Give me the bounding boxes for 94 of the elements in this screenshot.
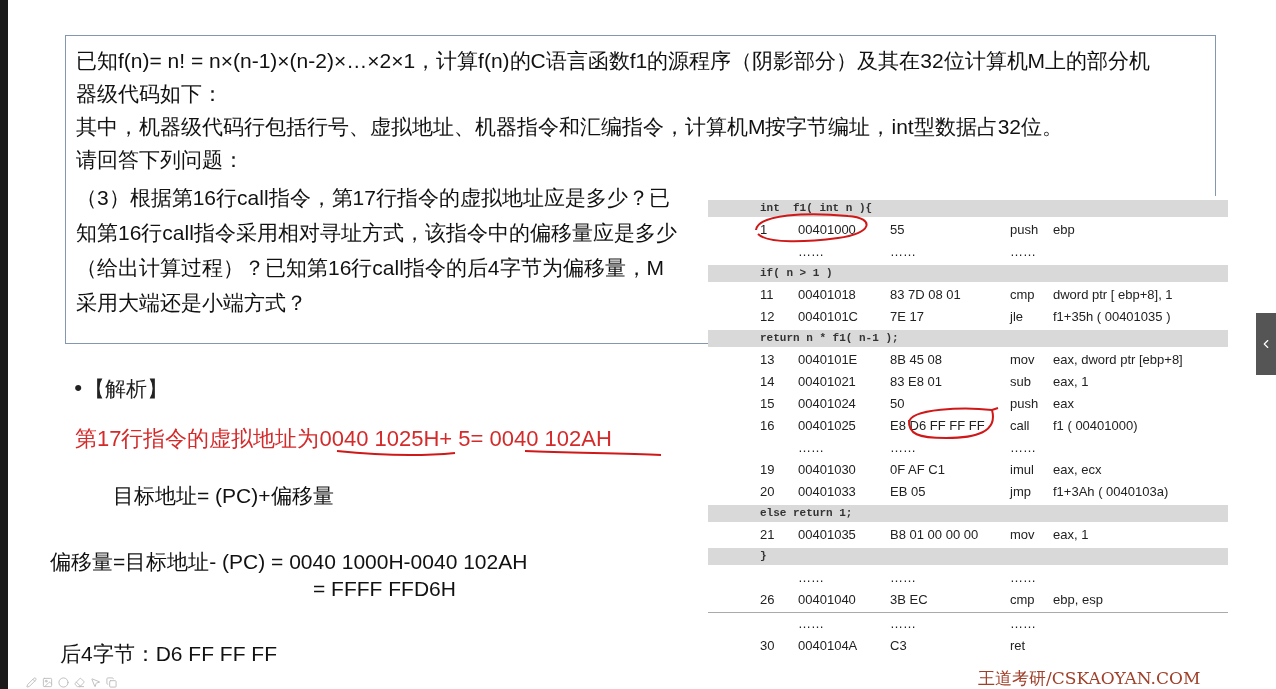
line-number: 1 (760, 221, 769, 240)
question-text: 已知f(n)= n! = n×(n-1)×(n-2)×…×2×1，计算f(n)的C语言函数f1的源程序（阴影部分）及其在32位计算机M上的部分机器级代码如下： (76, 48, 1151, 107)
operands: eax, 1 (1053, 526, 1089, 545)
ellipsis: …… (1010, 615, 1036, 634)
answer-text: 第17行指令的虚拟地址为0040 1025H+ 5= 0040 102AH (75, 425, 612, 453)
line-number: 26 (760, 591, 776, 610)
footer-brand: 王道考研/CSKAOYAN.COM (978, 667, 1201, 689)
virtual-address: 0040101C (798, 308, 859, 327)
pencil-icon[interactable] (26, 677, 37, 688)
line-number: 14 (760, 373, 776, 392)
machine-code: 50 (890, 396, 905, 412)
mnemonic: mov (1010, 526, 1036, 545)
virtual-address: 00401000 (798, 221, 857, 240)
operands: eax (1053, 395, 1074, 414)
ellipsis: …… (890, 439, 917, 458)
operands: eax, ecx (1053, 461, 1102, 480)
operands: eax, dword ptr [ebp+8] (1053, 351, 1183, 370)
virtual-address: 00401033 (798, 483, 857, 502)
circle-icon[interactable] (58, 677, 69, 688)
virtual-address: 0040101E (798, 351, 859, 370)
source-code-text: } (760, 549, 767, 565)
ellipsis: …… (1010, 439, 1036, 458)
operands: f1+35h ( 00401035 ) (1053, 308, 1171, 327)
source-code-text: return n * f1( n-1 ); (760, 331, 899, 347)
ellipsis: …… (798, 439, 825, 458)
machine-code: EB 05 (890, 484, 926, 500)
ellipsis: …… (1010, 569, 1036, 588)
mnemonic: cmp (1010, 286, 1036, 305)
offset-result: = FFFF FFD6H (313, 576, 456, 602)
question-text: 请回答下列问题： (76, 147, 245, 173)
eraser-icon[interactable] (74, 677, 85, 688)
pointer-icon[interactable] (90, 677, 101, 688)
offset-formula: 偏移量=目标地址- (PC) = 0040 1000H-0040 102AH (50, 549, 528, 575)
virtual-address: 00401024 (798, 395, 857, 414)
mnemonic: push (1010, 395, 1040, 414)
mnemonic: call (1010, 417, 1031, 436)
ellipsis: …… (1010, 243, 1036, 262)
question-text: 其中，机器级代码行包括行号、虚拟地址、机器指令和汇编指令，计算机M按字节编址，int型数据占32位。 (76, 114, 1065, 140)
source-code-text: int f1( int n ){ (760, 201, 873, 217)
line-number: 20 (760, 483, 776, 502)
virtual-address: 00401018 (798, 286, 857, 305)
line-number: 21 (760, 526, 776, 545)
ellipsis: …… (890, 569, 917, 588)
mnemonic: cmp (1010, 591, 1036, 610)
ellipsis: …… (798, 569, 825, 588)
machine-code: 83 E8 01 (890, 374, 943, 390)
mnemonic: sub (1010, 373, 1032, 392)
ellipsis: …… (798, 615, 825, 634)
virtual-address: 00401030 (798, 461, 857, 480)
machine-code: 8B 45 08 (890, 352, 943, 368)
virtual-address: 00401021 (798, 373, 857, 392)
machine-code: 83 7D 08 01 (890, 287, 961, 303)
source-code-text: else return 1; (760, 506, 853, 522)
operands: f1 ( 00401000) (1053, 417, 1138, 436)
line-number: 13 (760, 351, 776, 370)
sub-question-text: （3）根据第16行call指令，第17行指令的虚拟地址应是多少？已知第16行call指令采用相对寻址方式，该指令中的偏移量应是多少（给出计算过程）？已知第16行call指令的后4字节为偏移量，M采用大端还是小端方式？ (76, 185, 678, 316)
ellipsis: …… (798, 243, 825, 262)
operands: dword ptr [ ebp+8], 1 (1053, 286, 1173, 305)
virtual-address: 0040104A (798, 637, 859, 656)
machine-code: 7E 17 (890, 309, 924, 325)
operands: ebp, esp (1053, 591, 1103, 610)
operands: eax, 1 (1053, 373, 1089, 392)
virtual-address: 00401040 (798, 591, 857, 610)
mnemonic: jle (1010, 308, 1024, 327)
machine-code: E8 D6 FF FF FF (890, 418, 985, 434)
mnemonic: push (1010, 221, 1040, 240)
line-number: 12 (760, 308, 776, 327)
last-bytes-text: 后4字节：D6 FF FF FF (60, 641, 277, 667)
mnemonic: imul (1010, 461, 1035, 480)
formula-text: 目标地址= (PC)+偏移量 (113, 483, 334, 509)
mnemonic: ret (1010, 637, 1027, 656)
mnemonic: jmp (1010, 483, 1032, 502)
machine-code: C3 (890, 638, 907, 654)
machine-code: B8 01 00 00 00 (890, 527, 979, 543)
line-number: 15 (760, 395, 776, 414)
ellipsis: …… (890, 615, 917, 634)
machine-code: 0F AF C1 (890, 462, 945, 478)
mnemonic: mov (1010, 351, 1036, 370)
line-number: 19 (760, 461, 776, 480)
line-number: 16 (760, 417, 776, 436)
line-number: 11 (760, 286, 775, 305)
copy-icon[interactable] (106, 677, 117, 688)
source-code-text: if( n > 1 ) (760, 266, 833, 282)
machine-code: 3B EC (890, 592, 928, 608)
image-icon[interactable] (42, 677, 53, 688)
ellipsis: …… (890, 243, 917, 262)
side-panel-toggle[interactable] (1256, 313, 1276, 375)
operands: ebp (1053, 221, 1075, 240)
analysis-heading: •【解析】 (72, 376, 169, 403)
virtual-address: 00401025 (798, 417, 857, 436)
line-number: 30 (760, 637, 776, 656)
virtual-address: 00401035 (798, 526, 857, 545)
machine-code: 55 (890, 222, 905, 238)
operands: f1+3Ah ( 0040103a) (1053, 483, 1169, 502)
